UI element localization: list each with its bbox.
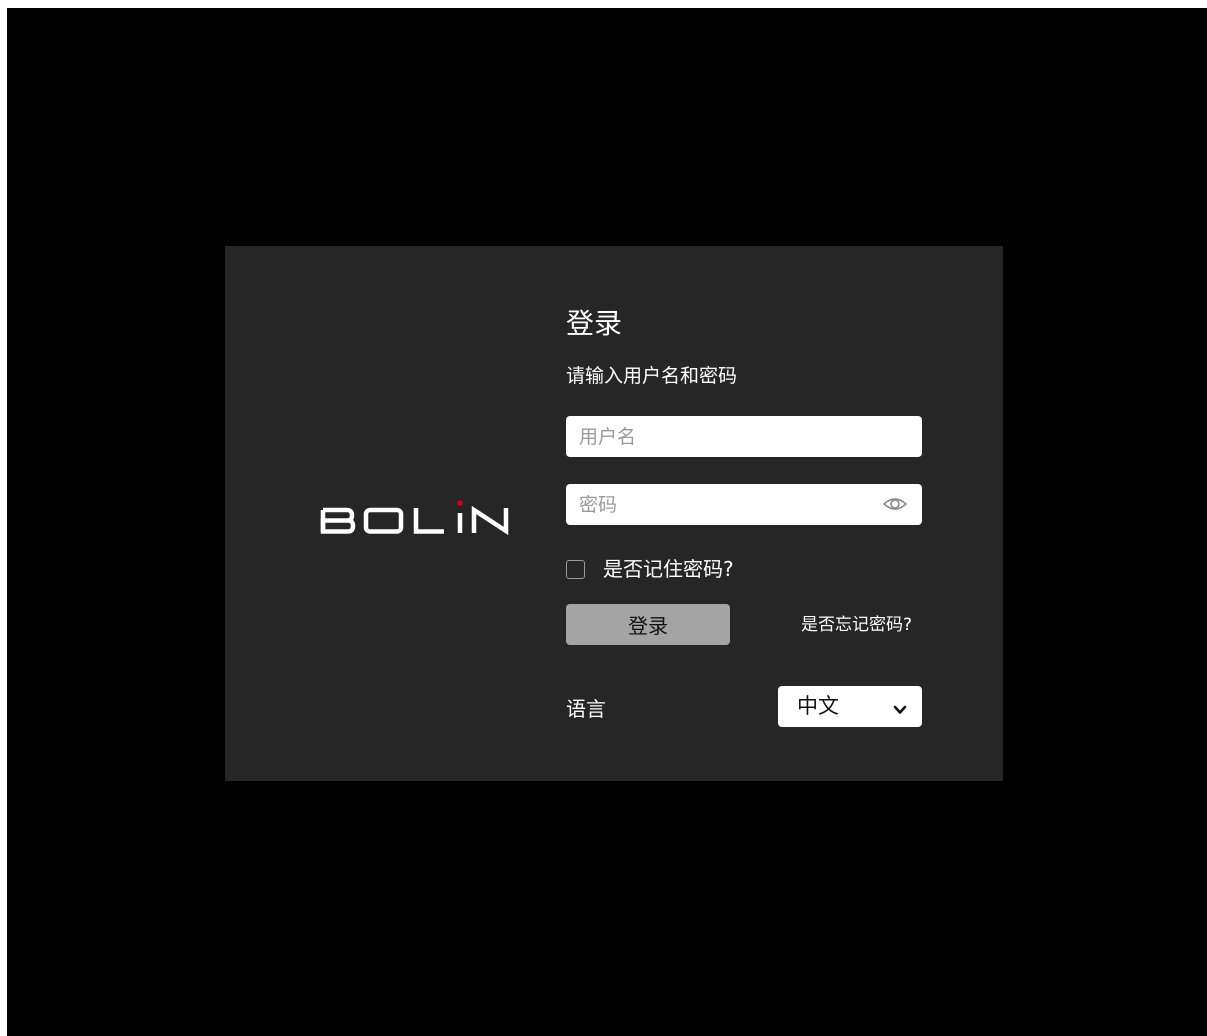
remember-password-row: 是否记住密码? <box>566 556 734 582</box>
login-subtitle: 请输入用户名和密码 <box>566 365 738 387</box>
login-title: 登录 <box>566 307 623 340</box>
bolin-logo <box>320 500 512 536</box>
language-label: 语言 <box>566 697 606 721</box>
remember-password-label[interactable]: 是否记住密码? <box>603 556 734 582</box>
username-input[interactable] <box>566 416 866 457</box>
login-card: 登录 请输入用户名和密码 是否记住密码? 登录 是否忘记密码? <box>225 246 1003 781</box>
password-input[interactable] <box>566 484 866 525</box>
screen-background: 登录 请输入用户名和密码 是否记住密码? 登录 是否忘记密码? <box>7 8 1207 1036</box>
chevron-down-icon <box>893 701 907 714</box>
remember-password-checkbox[interactable] <box>566 559 585 579</box>
login-button[interactable]: 登录 <box>566 604 730 645</box>
username-field-wrapper <box>566 416 922 457</box>
language-selected-value: 中文 <box>797 694 839 718</box>
login-form: 登录 请输入用户名和密码 是否记住密码? 登录 是否忘记密码? <box>566 246 922 781</box>
eye-icon[interactable] <box>882 493 908 515</box>
password-field-wrapper <box>566 484 922 525</box>
forgot-password-link[interactable]: 是否忘记密码? <box>801 614 912 636</box>
language-select[interactable]: 中文 <box>778 686 922 727</box>
